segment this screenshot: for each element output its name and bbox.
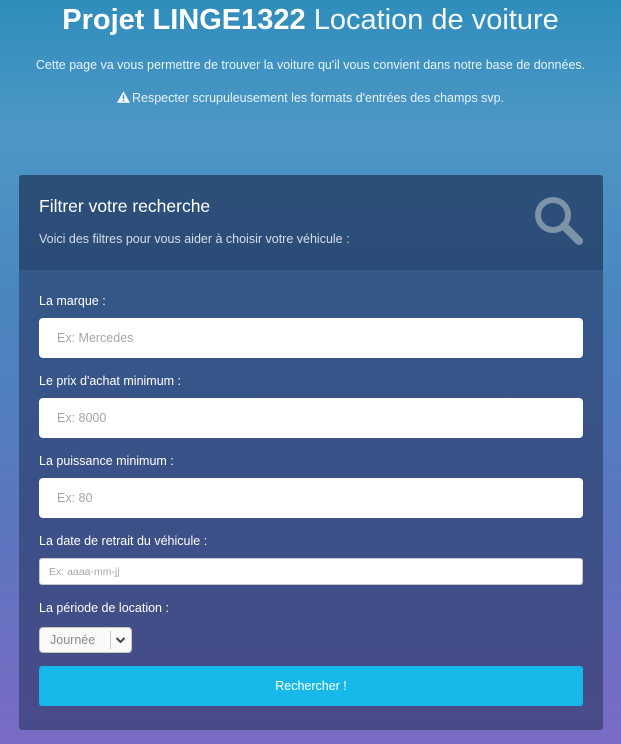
min-power-input[interactable] [39, 478, 583, 518]
rental-period-selected: Journée [50, 633, 96, 647]
pickup-date-input[interactable] [39, 558, 583, 585]
format-warning: Respecter scrupuleusement les formats d'… [0, 91, 621, 105]
chevron-down-icon [115, 637, 126, 644]
search-submit-button[interactable]: Rechercher ! [39, 666, 583, 706]
min-power-label: La puissance minimum : [39, 454, 174, 468]
search-filter-panel: Filtrer votre recherche Voici des filtre… [19, 175, 603, 730]
panel-description: Voici des filtres pour vous aider à choi… [39, 232, 350, 246]
brand-input[interactable] [39, 318, 583, 358]
pickup-date-label: La date de retrait du véhicule : [39, 534, 208, 548]
select-divider [110, 631, 111, 649]
min-price-label: Le prix d'achat minimum : [39, 374, 182, 388]
panel-header: Filtrer votre recherche Voici des filtre… [19, 175, 603, 270]
warning-icon [116, 91, 130, 103]
brand-label: La marque : [39, 294, 106, 308]
rental-period-label: La période de location : [39, 601, 169, 615]
min-price-input[interactable] [39, 398, 583, 438]
format-warning-text: Respecter scrupuleusement les formats d'… [131, 91, 504, 105]
page-title: Projet LINGE1322 Location de voiture [0, 2, 621, 38]
panel-title: Filtrer votre recherche [39, 196, 211, 216]
page-subtitle: Cette page va vous permettre de trouver … [35, 58, 586, 72]
rental-period-select[interactable]: Journée [39, 627, 132, 653]
search-icon [535, 197, 583, 245]
page-title-subject: Location de voiture [313, 4, 559, 36]
page-title-project: Projet LINGE1322 [62, 4, 306, 36]
